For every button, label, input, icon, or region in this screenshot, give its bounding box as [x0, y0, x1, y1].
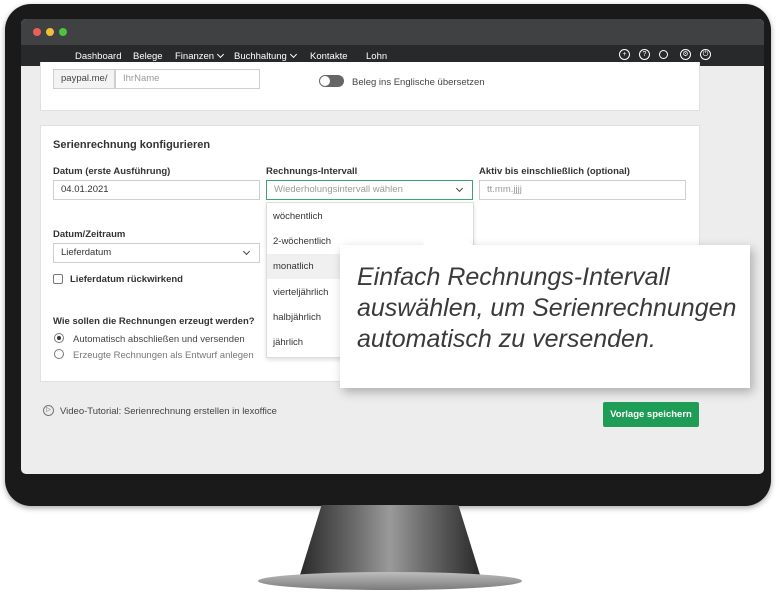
chevron-down-icon: [455, 184, 464, 193]
gear-icon[interactable]: ⚙: [680, 49, 691, 60]
chevron-down-icon: [217, 50, 225, 59]
callout-line: automatisch zu versenden.: [357, 325, 656, 353]
monitor-base: [258, 572, 522, 590]
zeitraum-label: Datum/Zeitraum: [53, 229, 126, 240]
translate-toggle[interactable]: [319, 75, 344, 87]
video-tutorial-link[interactable]: Video-Tutorial: Serienrechnung erstellen…: [60, 406, 277, 417]
aktiv-label: Aktiv bis einschließlich (optional): [479, 166, 630, 177]
intervall-placeholder: Wiederholungsintervall wählen: [274, 184, 403, 195]
maximize-window-icon[interactable]: [59, 28, 67, 36]
radio-entwurf-label: Erzeugte Rechnungen als Entwurf anlegen: [73, 350, 254, 361]
callout-line: Einfach Rechnungs-Intervall: [357, 263, 670, 291]
nav-lohn[interactable]: Lohn: [366, 51, 387, 62]
lieferdatum-checkbox[interactable]: [53, 274, 63, 284]
close-window-icon[interactable]: [33, 28, 41, 36]
monitor-stand: [300, 505, 480, 575]
help-icon[interactable]: ?: [639, 49, 650, 60]
paypal-username-input[interactable]: IhrName: [115, 69, 260, 89]
zeitraum-value: Lieferdatum: [61, 247, 112, 258]
chevron-down-icon: [289, 50, 297, 59]
callout-line: auswählen, um Serienrechnungen: [357, 294, 737, 322]
radio-entwurf[interactable]: [54, 349, 64, 359]
nav-buchhaltung[interactable]: Buchhaltung: [234, 50, 297, 62]
minimize-window-icon[interactable]: [46, 28, 54, 36]
nav-kontakte[interactable]: Kontakte: [310, 51, 348, 62]
serien-title: Serienrechnung konfigurieren: [53, 139, 211, 151]
translate-toggle-label: Beleg ins Englische übersetzen: [352, 77, 485, 88]
chevron-down-icon: [242, 247, 251, 256]
intervall-label: Rechnungs-Intervall: [266, 166, 358, 177]
paypal-prefix: paypal.me/: [53, 69, 115, 89]
window-titlebar: [21, 19, 764, 45]
nav-finanzen[interactable]: Finanzen: [175, 50, 225, 62]
add-icon[interactable]: +: [619, 49, 630, 60]
power-icon[interactable]: ⏻: [700, 49, 711, 60]
radio-automatisch-label: Automatisch abschließen und versenden: [73, 334, 245, 345]
datum-label: Datum (erste Ausführung): [53, 166, 171, 177]
nav-finanzen-label: Finanzen: [175, 51, 215, 62]
nav-belege[interactable]: Belege: [133, 51, 163, 62]
search-icon[interactable]: [659, 50, 668, 59]
datum-input[interactable]: 04.01.2021: [53, 180, 260, 200]
play-icon[interactable]: ▷: [43, 405, 54, 416]
callout-text: Einfach Rechnungs-Intervall auswählen, u…: [357, 262, 742, 355]
intervall-select[interactable]: Wiederholungsintervall wählen: [266, 180, 473, 200]
zeitraum-select[interactable]: Lieferdatum: [53, 243, 260, 263]
save-template-button[interactable]: Vorlage speichern: [603, 402, 699, 427]
nav-dashboard[interactable]: Dashboard: [75, 51, 121, 62]
lieferdatum-checkbox-label: Lieferdatum rückwirkend: [70, 274, 183, 285]
erzeugung-question: Wie sollen die Rechnungen erzeugt werden…: [53, 316, 255, 327]
radio-automatisch[interactable]: [54, 333, 64, 343]
nav-buchhaltung-label: Buchhaltung: [234, 51, 287, 62]
aktiv-input[interactable]: tt.mm.jjjj: [479, 180, 686, 200]
